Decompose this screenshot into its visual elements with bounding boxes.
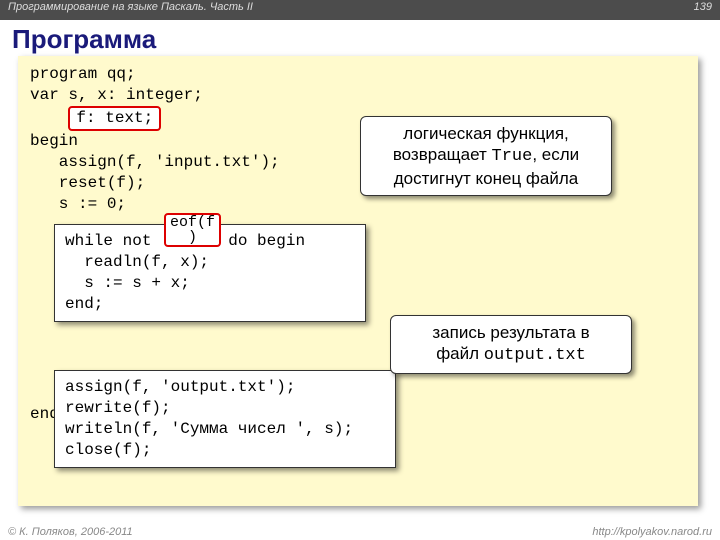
callout-line: возвращает True, если [371,144,601,167]
code-line: var s, x: integer; [30,85,686,106]
slide-title: Программа [0,20,720,61]
header-bar: Программирование на языке Паскаль. Часть… [0,0,720,20]
callout-eof: логическая функция, возвращает True, есл… [360,116,612,196]
callout-line: логическая функция, [371,123,601,144]
callout-line: достигнут конец файла [371,168,601,189]
overlay-output-box: assign(f, 'output.txt'); rewrite(f); wri… [54,370,396,468]
highlight-eof: eof(f ) [164,213,221,247]
code-line: s := 0; [30,194,686,215]
callout-line: файл output.txt [401,343,621,366]
callout-line: запись результата в [401,322,621,343]
copyright: © К. Поляков, 2006-2011 [8,526,133,538]
page-number: 139 [694,1,712,19]
code-line: program qq; [30,64,686,85]
highlight-ftext: f: text; [68,106,161,131]
callout-output: запись результата в файл output.txt [390,315,632,374]
header-left: Программирование на языке Паскаль. Часть… [8,1,253,19]
footer-url: http://kpolyakov.narod.ru [592,526,712,538]
footer: © К. Поляков, 2006-2011 http://kpolyakov… [8,526,712,538]
